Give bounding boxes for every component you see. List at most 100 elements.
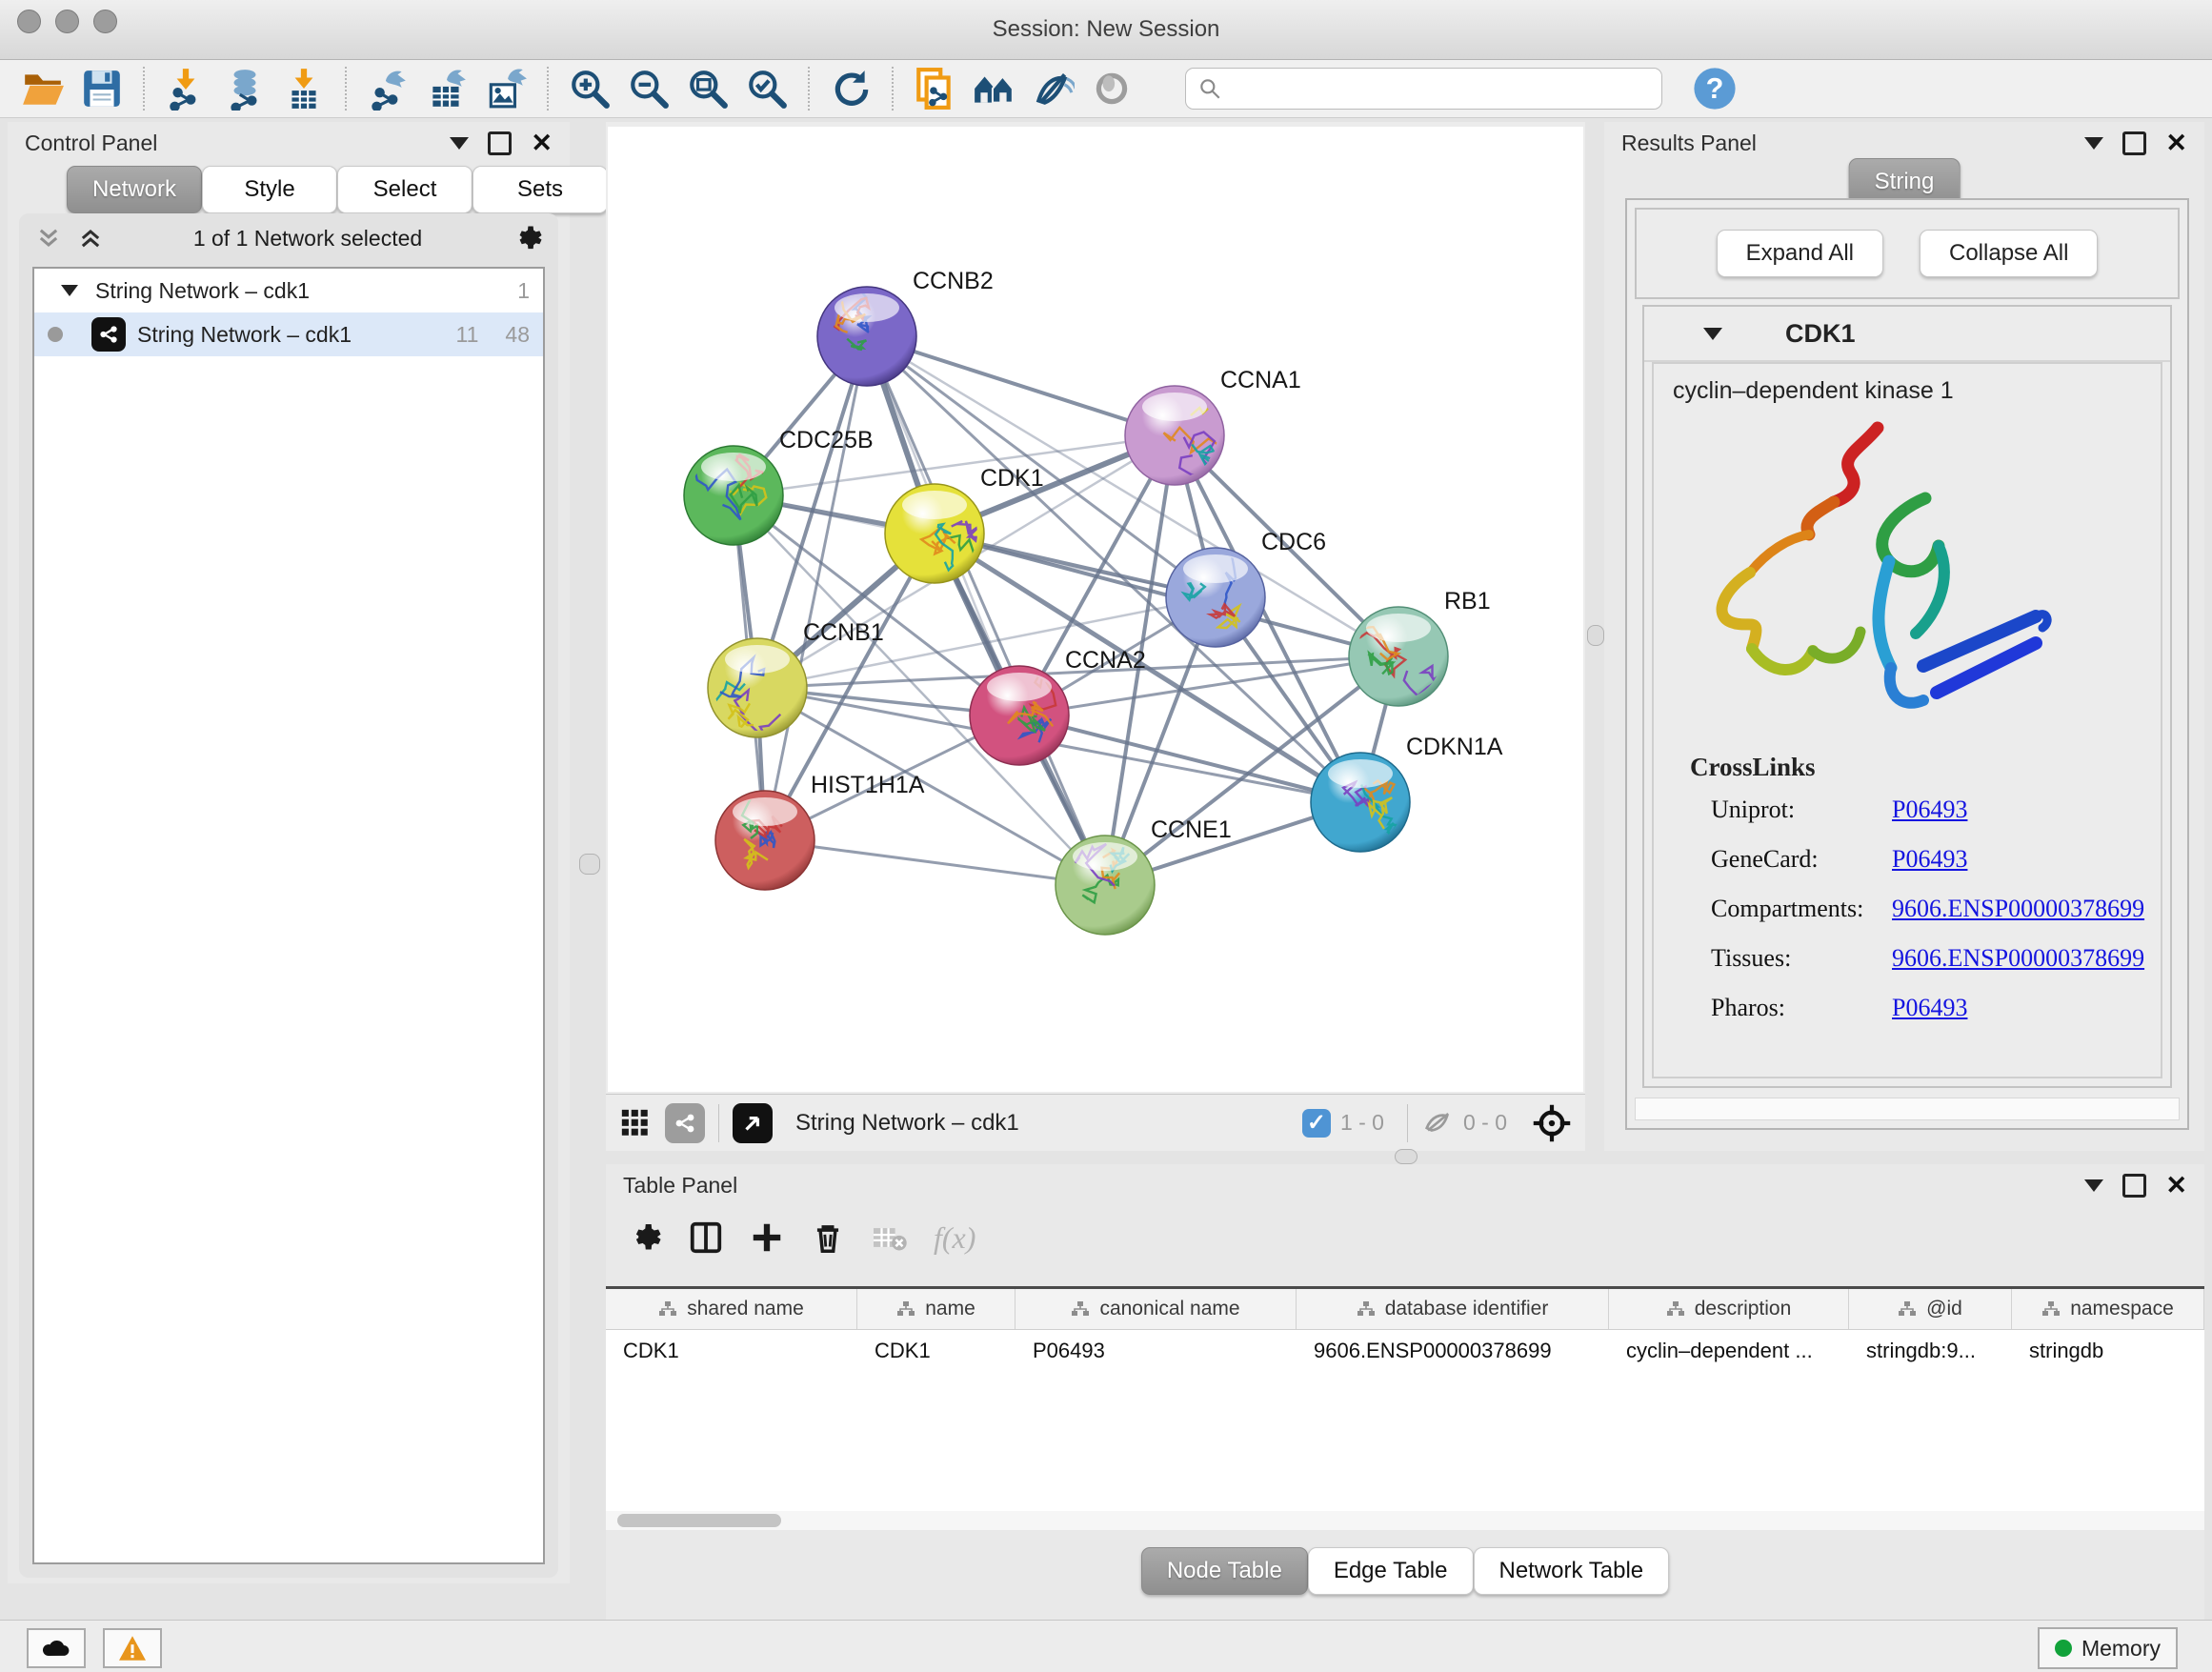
crosslink-link[interactable]: P06493 — [1892, 994, 1967, 1022]
crosslink-link[interactable]: P06493 — [1892, 796, 1967, 824]
crosslink-link[interactable]: 9606.ENSP00000378699 — [1892, 944, 2144, 973]
panel-menu-icon[interactable] — [2084, 137, 2103, 150]
cdk1-section-header[interactable]: CDK1 — [1644, 307, 2170, 362]
table-cell[interactable]: CDK1 — [606, 1330, 857, 1372]
tab-sets[interactable]: Sets — [473, 166, 608, 213]
graph-edge-hist1h1a-ccne1[interactable] — [765, 840, 1105, 885]
column-header-name[interactable]: name — [857, 1289, 1016, 1329]
memory-button[interactable]: Memory — [2038, 1627, 2178, 1669]
add-column-icon[interactable] — [749, 1219, 785, 1256]
export-image-icon[interactable] — [476, 63, 535, 114]
column-header-@id[interactable]: @id — [1849, 1289, 2012, 1329]
copy-network-icon[interactable] — [905, 63, 964, 114]
collapse-all-button[interactable]: Collapse All — [1920, 230, 2098, 277]
string-home-icon[interactable] — [964, 63, 1023, 114]
open-file-icon[interactable] — [13, 63, 72, 114]
cloud-button[interactable] — [27, 1628, 86, 1668]
column-header-canonical-name[interactable]: canonical name — [1016, 1289, 1297, 1329]
panel-menu-icon[interactable] — [2084, 1179, 2103, 1192]
graph-node-RB1[interactable]: RB1 — [1349, 588, 1491, 706]
hide-unhide-icon[interactable] — [1023, 63, 1082, 114]
zoom-fit-icon[interactable] — [678, 63, 737, 114]
table-cell[interactable]: stringdb — [2012, 1330, 2204, 1372]
network-row-selected[interactable]: String Network – cdk1 11 48 — [34, 312, 543, 356]
graph-node-HIST1H1A[interactable]: HIST1H1A — [715, 772, 925, 890]
panel-menu-icon[interactable] — [450, 137, 469, 150]
column-header-namespace[interactable]: namespace — [2012, 1289, 2204, 1329]
grid-view-icon[interactable] — [619, 1107, 652, 1139]
table-cell[interactable]: CDK1 — [857, 1330, 1016, 1372]
expand-all-icon[interactable] — [76, 225, 105, 252]
tab-network[interactable]: Network — [67, 166, 202, 213]
table-settings-gear-icon[interactable] — [627, 1219, 663, 1256]
warnings-button[interactable] — [103, 1628, 162, 1668]
string-results-card: Expand All Collapse All CDK1 cyclin–depe… — [1625, 198, 2189, 1130]
graph-node-CDK1[interactable]: CDK1 — [885, 465, 1044, 583]
graph-node-CDKN1A[interactable]: CDKN1A — [1311, 734, 1503, 852]
graph-node-CCNA1[interactable]: CCNA1 — [1125, 367, 1301, 485]
vertical-splitter-handle[interactable] — [579, 854, 600, 875]
graph-node-label: CCNB1 — [803, 619, 884, 646]
zoom-selected-icon[interactable] — [737, 63, 796, 114]
tree-expand-icon[interactable] — [61, 285, 78, 296]
table-cell[interactable]: P06493 — [1016, 1330, 1297, 1372]
network-graph[interactable]: CCNB2CCNA1CDC25BCDK1CDC6RB1CCNB1CCNA2CDK… — [608, 127, 1583, 1092]
import-database-icon[interactable] — [215, 63, 274, 114]
column-header-database-identifier[interactable]: database identifier — [1297, 1289, 1609, 1329]
graph-edge-ccnb2-ccne1[interactable] — [867, 336, 1105, 885]
vertical-splitter-handle[interactable] — [1587, 625, 1604, 646]
zoom-in-icon[interactable] — [560, 63, 619, 114]
toolbar-separator — [143, 67, 145, 111]
tab-node-table[interactable]: Node Table — [1141, 1547, 1308, 1595]
tab-edge-table[interactable]: Edge Table — [1308, 1547, 1474, 1595]
table-cell[interactable]: stringdb:9... — [1849, 1330, 2012, 1372]
network-share-icon[interactable] — [665, 1103, 705, 1143]
hidden-eye-slash-icon[interactable] — [1421, 1109, 1454, 1138]
birds-eye-view-icon[interactable] — [733, 1103, 773, 1143]
panel-close-icon[interactable]: ✕ — [2165, 1176, 2187, 1195]
help-icon[interactable]: ? — [1685, 63, 1744, 114]
tab-network-table[interactable]: Network Table — [1474, 1547, 1670, 1595]
panel-close-icon[interactable]: ✕ — [2165, 133, 2187, 152]
tab-select[interactable]: Select — [337, 166, 473, 213]
import-table-icon[interactable] — [274, 63, 333, 114]
table-horizontal-scrollbar[interactable] — [606, 1511, 2204, 1530]
table-cell[interactable]: 9606.ENSP00000378699 — [1297, 1330, 1609, 1372]
zoom-out-icon[interactable] — [619, 63, 678, 114]
panel-float-icon[interactable] — [2122, 131, 2146, 155]
save-session-icon[interactable] — [72, 63, 131, 114]
graph-node-CCNB1[interactable]: CCNB1 — [705, 619, 884, 739]
collapse-all-icon[interactable] — [34, 225, 63, 252]
horizontal-splitter-handle[interactable] — [1395, 1149, 1418, 1164]
scrollbar-thumb[interactable] — [617, 1514, 781, 1527]
network-collection-row[interactable]: String Network – cdk1 1 — [34, 269, 543, 312]
show-columns-icon[interactable] — [688, 1219, 724, 1256]
column-header-description[interactable]: description — [1609, 1289, 1849, 1329]
column-header-shared-name[interactable]: shared name — [606, 1289, 857, 1329]
graph-node-CDC25B[interactable]: CDC25B — [684, 427, 874, 545]
tab-style[interactable]: Style — [202, 166, 337, 213]
selected-checkbox-icon[interactable]: ✓ — [1302, 1109, 1331, 1138]
network-canvas[interactable]: CCNB2CCNA1CDC25BCDK1CDC6RB1CCNB1CCNA2CDK… — [608, 127, 1583, 1092]
delete-column-icon[interactable] — [810, 1219, 846, 1256]
table-cell[interactable]: cyclin–dependent ... — [1609, 1330, 1849, 1372]
panel-float-icon[interactable] — [2122, 1174, 2146, 1198]
export-table-icon[interactable] — [417, 63, 476, 114]
crosslink-link[interactable]: 9606.ENSP00000378699 — [1892, 895, 2144, 923]
results-scroll-track[interactable] — [1635, 1098, 2180, 1120]
panel-close-icon[interactable]: ✕ — [531, 133, 553, 152]
refresh-layout-icon[interactable] — [821, 63, 880, 114]
section-collapse-icon[interactable] — [1703, 328, 1722, 340]
expand-all-button[interactable]: Expand All — [1717, 230, 1883, 277]
import-network-icon[interactable] — [156, 63, 215, 114]
table-body: CDK1CDK1P064939606.ENSP00000378699cyclin… — [606, 1330, 2204, 1372]
crosslink-link[interactable]: P06493 — [1892, 845, 1967, 874]
export-network-icon[interactable] — [358, 63, 417, 114]
gear-icon[interactable] — [511, 222, 543, 254]
panel-float-icon[interactable] — [488, 131, 512, 155]
search-input[interactable] — [1230, 75, 1650, 102]
table-row[interactable]: CDK1CDK1P064939606.ENSP00000378699cyclin… — [606, 1330, 2204, 1372]
graph-edge-ccnb2-hist1h1a[interactable] — [765, 336, 867, 840]
pan-crosshair-icon[interactable] — [1532, 1103, 1572, 1143]
preview-eye-icon[interactable] — [1082, 63, 1141, 114]
